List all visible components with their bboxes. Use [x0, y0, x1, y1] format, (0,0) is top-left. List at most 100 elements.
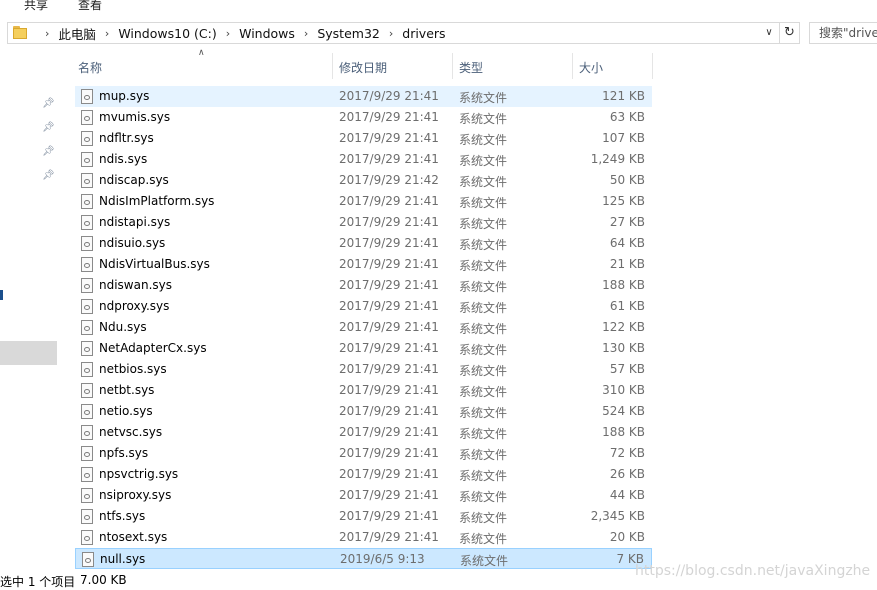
file-name: ndisuio.sys [99, 236, 166, 250]
chevron-right-icon[interactable]: › [389, 27, 393, 40]
file-row[interactable]: mvumis.sys 2017/9/29 21:41 系统文件 63 KB [75, 107, 652, 128]
file-row[interactable]: npfs.sys 2017/9/29 21:41 系统文件 72 KB [75, 443, 652, 464]
chevron-right-icon[interactable]: › [45, 27, 49, 40]
chevron-down-icon[interactable]: ∨ [762, 25, 776, 41]
file-row[interactable]: ndisuio.sys 2017/9/29 21:41 系统文件 64 KB [75, 233, 652, 254]
file-row[interactable]: ndiswan.sys 2017/9/29 21:41 系统文件 188 KB [75, 275, 652, 296]
nav-item-selected[interactable] [0, 341, 57, 365]
file-row[interactable]: nsiproxy.sys 2017/9/29 21:41 系统文件 44 KB [75, 485, 652, 506]
file-modified-date: 2017/9/29 21:41 [339, 152, 439, 166]
file-modified-date: 2019/6/5 9:13 [340, 552, 425, 566]
file-modified-date: 2017/9/29 21:41 [339, 446, 439, 460]
tab-share[interactable]: 共享 [24, 0, 48, 13]
crumb-this-pc[interactable]: 此电脑 [58, 24, 96, 43]
file-row[interactable]: Ndu.sys 2017/9/29 21:41 系统文件 122 KB [75, 317, 652, 338]
file-modified-date: 2017/9/29 21:41 [339, 530, 439, 544]
system-file-icon [81, 509, 93, 524]
file-row[interactable]: ndistapi.sys 2017/9/29 21:41 系统文件 27 KB [75, 212, 652, 233]
file-type: 系统文件 [459, 343, 508, 357]
file-modified-date: 2017/9/29 21:41 [339, 89, 439, 103]
file-modified-date: 2017/9/29 21:41 [339, 257, 439, 271]
system-file-icon [81, 299, 93, 314]
file-type: 系统文件 [459, 112, 508, 126]
file-name: NetAdapterCx.sys [99, 341, 207, 355]
file-name: ndiscap.sys [99, 173, 169, 187]
system-file-icon [81, 278, 93, 293]
file-row[interactable]: netio.sys 2017/9/29 21:41 系统文件 524 KB [75, 401, 652, 422]
crumb-system32[interactable]: System32 [317, 26, 380, 41]
file-modified-date: 2017/9/29 21:41 [339, 215, 439, 229]
file-row[interactable]: netvsc.sys 2017/9/29 21:41 系统文件 188 KB [75, 422, 652, 443]
file-modified-date: 2017/9/29 21:41 [339, 488, 439, 502]
pin-icon[interactable]: 📌︎ [42, 98, 55, 110]
crumb-drivers[interactable]: drivers [402, 26, 445, 41]
file-modified-date: 2017/9/29 21:41 [339, 194, 439, 208]
chevron-right-icon[interactable]: › [304, 27, 308, 40]
system-file-icon [81, 215, 93, 230]
column-header-type[interactable]: 类型 [453, 53, 572, 79]
system-file-icon [81, 341, 93, 356]
file-type: 系统文件 [459, 217, 508, 231]
column-header-name[interactable]: 名称 [75, 53, 332, 79]
file-type: 系统文件 [459, 448, 508, 462]
file-row[interactable]: netbt.sys 2017/9/29 21:41 系统文件 310 KB [75, 380, 652, 401]
file-row[interactable]: NdisImPlatform.sys 2017/9/29 21:41 系统文件 125… [75, 191, 652, 212]
file-row[interactable]: NetAdapterCx.sys 2017/9/29 21:41 系统文件 130 K… [75, 338, 652, 359]
file-row[interactable]: mup.sys 2017/9/29 21:41 系统文件 121 KB [75, 86, 652, 107]
file-name: mup.sys [99, 89, 150, 103]
file-size: 122 KB [602, 320, 645, 334]
file-row[interactable]: ntfs.sys 2017/9/29 21:41 系统文件 2,345 KB [75, 506, 652, 527]
file-size: 50 KB [609, 173, 645, 187]
crumb-windows[interactable]: Windows [239, 26, 295, 41]
column-header-size[interactable]: 大小 [573, 53, 652, 79]
file-modified-date: 2017/9/29 21:41 [339, 362, 439, 376]
file-row[interactable]: ntosext.sys 2017/9/29 21:41 系统文件 20 KB [75, 527, 652, 548]
ribbon-tabs: 共享 查看 [0, 0, 877, 18]
file-row[interactable]: ndfltr.sys 2017/9/29 21:41 系统文件 107 KB [75, 128, 652, 149]
file-modified-date: 2017/9/29 21:41 [339, 341, 439, 355]
file-type: 系统文件 [459, 280, 508, 294]
system-file-icon [81, 383, 93, 398]
file-modified-date: 2017/9/29 21:41 [339, 278, 439, 292]
system-file-icon [81, 530, 93, 545]
file-row[interactable]: ndproxy.sys 2017/9/29 21:41 系统文件 61 KB [75, 296, 652, 317]
tab-view[interactable]: 查看 [78, 0, 102, 13]
search-input[interactable]: 搜索"drive [809, 22, 877, 44]
file-type: 系统文件 [459, 490, 508, 504]
file-row[interactable]: ndis.sys 2017/9/29 21:41 系统文件 1,249 KB [75, 149, 652, 170]
file-modified-date: 2017/9/29 21:41 [339, 236, 439, 250]
status-selection: 选中 1 个项目 [0, 575, 76, 589]
file-name: netbt.sys [99, 383, 155, 397]
pin-icon[interactable]: 📌︎ [42, 170, 55, 182]
file-size: 130 KB [602, 341, 645, 355]
file-row[interactable]: netbios.sys 2017/9/29 21:41 系统文件 57 KB [75, 359, 652, 380]
status-size: 7.00 KB [80, 573, 127, 587]
pin-icon[interactable]: 📌︎ [42, 122, 55, 134]
refresh-icon[interactable]: ↻ [780, 22, 800, 44]
file-size: 44 KB [609, 488, 645, 502]
file-row[interactable]: ndiscap.sys 2017/9/29 21:42 系统文件 50 KB [75, 170, 652, 191]
crumb-drive-c[interactable]: Windows10 (C:) [118, 26, 216, 41]
file-modified-date: 2017/9/29 21:42 [339, 173, 439, 187]
file-type: 系统文件 [460, 554, 509, 568]
chevron-right-icon[interactable]: › [105, 27, 109, 40]
address-bar[interactable]: › 此电脑 › Windows10 (C:) › Windows › Syste… [7, 22, 780, 44]
file-name: ntosext.sys [99, 530, 168, 544]
file-size: 2,345 KB [590, 509, 645, 523]
file-row[interactable]: NdisVirtualBus.sys 2017/9/29 21:41 系统文件 21 … [75, 254, 652, 275]
file-name: ndproxy.sys [99, 299, 170, 313]
file-size: 61 KB [609, 299, 645, 313]
column-header-date[interactable]: 修改日期 [333, 53, 452, 79]
system-file-icon [81, 446, 93, 461]
pin-icon[interactable]: 📌︎ [42, 146, 55, 158]
file-row[interactable]: null.sys 2019/6/5 9:13 系统文件 7 KB [75, 548, 652, 569]
file-size: 310 KB [602, 383, 645, 397]
file-row[interactable]: npsvctrig.sys 2017/9/29 21:41 系统文件 26 KB [75, 464, 652, 485]
chevron-right-icon[interactable]: › [226, 27, 230, 40]
file-name: ndiswan.sys [99, 278, 173, 292]
file-size: 188 KB [602, 425, 645, 439]
file-type: 系统文件 [459, 469, 508, 483]
file-modified-date: 2017/9/29 21:41 [339, 383, 439, 397]
file-name: nsiproxy.sys [99, 488, 172, 502]
file-name: Ndu.sys [99, 320, 147, 334]
